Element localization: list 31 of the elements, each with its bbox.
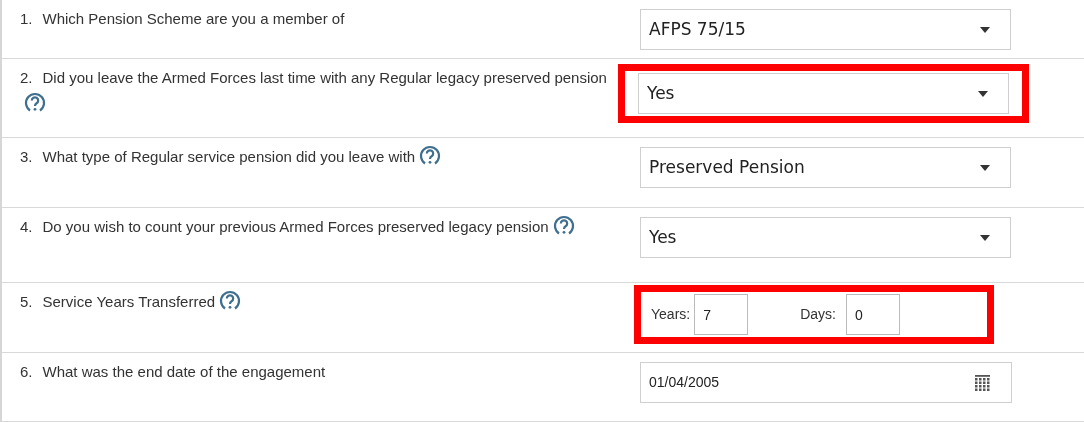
question-text: Service Years Transferred [42,293,216,310]
question-number: 1. [20,10,33,27]
question-text: Did you leave the Armed Forces last time with any Regular legacy preserved pension [42,69,607,86]
caret-icon [978,90,988,97]
question-number: 3. [20,148,33,165]
caret-icon [980,26,990,33]
question-text: What was the end date of the engagement [42,363,326,380]
days-input[interactable]: 0 [846,294,900,335]
question-text: Which Pension Scheme are you a member of [42,10,345,27]
caret-icon [980,164,990,171]
dropdown[interactable]: Yes [638,73,1009,114]
question-number: 6. [20,363,33,380]
dropdown-value: Preserved Pension [649,155,805,179]
question-text: Do you wish to count your previous Armed Forces preserved legacy pension [42,218,549,235]
days-label: Days: [800,305,836,324]
date-value: 01/04/2005 [649,373,720,392]
years-label: Years: [651,305,691,324]
question-text: What type of Regular service pension did you leave with [42,148,416,165]
dropdown[interactable]: Preserved Pension [640,147,1011,188]
caret-icon [980,234,990,241]
dropdown-value: Yes [649,225,677,249]
question-number: 2. [20,69,33,86]
dropdown[interactable]: Yes [640,217,1011,258]
dropdown-value: Yes [647,81,675,105]
question-number: 5. [20,293,33,310]
date-field[interactable]: 01/04/2005 [640,362,1012,403]
calendar-icon[interactable] [975,374,991,391]
dropdown-value: AFPS 75/15 [649,17,746,41]
years-input[interactable]: 7 [694,294,749,335]
question-number: 4. [20,218,33,235]
dropdown[interactable]: AFPS 75/15 [640,9,1011,50]
